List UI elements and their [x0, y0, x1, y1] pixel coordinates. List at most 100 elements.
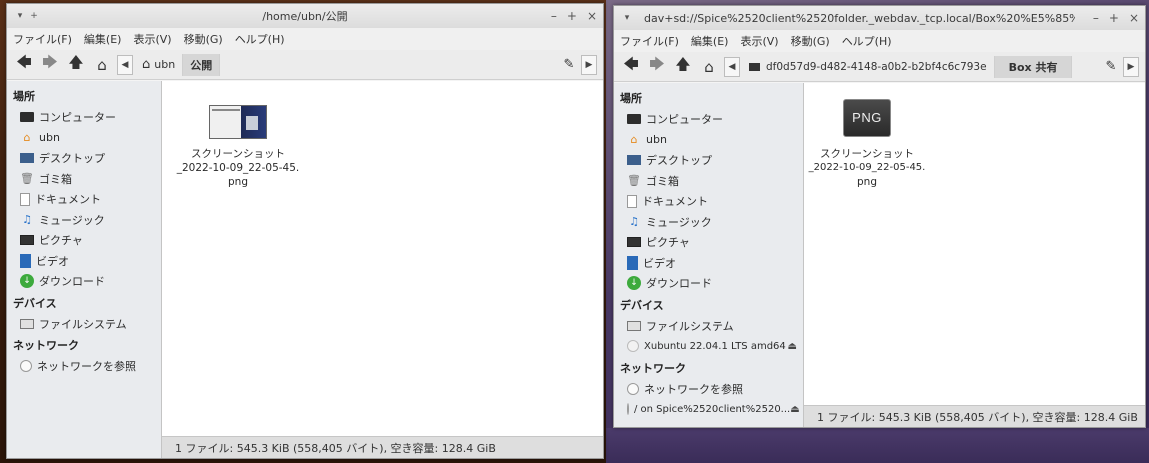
harddisk-icon [627, 320, 641, 331]
window-menu-icon[interactable]: ▾ [13, 11, 27, 21]
sidebar-item-label: コンピューター [646, 113, 723, 127]
menu-help[interactable]: ヘルプ(H) [842, 33, 892, 49]
sidebar-heading-network: ネットワーク [620, 361, 686, 375]
sidebar-item-spice-share[interactable]: / on Spice%2520client%2520... ⏏ [614, 399, 803, 420]
sidebar-item-home[interactable]: ⌂ ubn [7, 128, 161, 149]
file-name-line: png [228, 176, 248, 188]
path-crumb-current[interactable]: Box 共有 [994, 55, 1073, 78]
file-name-line: スクリーンショット [820, 148, 914, 160]
sidebar-item-videos[interactable]: ビデオ [7, 251, 161, 272]
sidebar-item-downloads[interactable]: ↓ ダウンロード [7, 271, 161, 292]
forward-arrow-icon[interactable]: 🡆 [39, 53, 61, 76]
png-file-icon: PNG [843, 99, 891, 137]
sidebar-item-xubuntu-disc[interactable]: Xubuntu 22.04.1 LTS amd64 ⏏ [614, 336, 803, 357]
sidebar-item-label: ミュージック [646, 215, 712, 229]
close-icon[interactable]: × [1129, 11, 1139, 25]
sidebar-item-downloads[interactable]: ↓ ダウンロード [614, 273, 803, 294]
menu-edit[interactable]: 編集(E) [84, 31, 122, 47]
sidebar-item-pictures[interactable]: ピクチャ [614, 232, 803, 253]
sidebar-item-browse-network[interactable]: ネットワークを参照 [614, 379, 803, 400]
back-arrow-icon[interactable]: 🡄 [13, 53, 35, 76]
monitor-icon [20, 112, 34, 123]
sidebar-item-desktop[interactable]: デスクトップ [7, 148, 161, 169]
sidebar-item-browse-network[interactable]: ネットワークを参照 [7, 356, 161, 377]
home-folder-icon: ⌂ [23, 131, 31, 145]
path-scroll-left-icon[interactable]: ◀ [724, 56, 740, 77]
back-arrow-icon[interactable]: 🡄 [620, 55, 642, 78]
menu-file[interactable]: ファイル(F) [620, 33, 679, 49]
sidebar-item-music[interactable]: ♫ ミュージック [614, 212, 803, 233]
sidebar-item-music[interactable]: ♫ ミュージック [7, 210, 161, 231]
sidebar-item-desktop[interactable]: デスクトップ [614, 150, 803, 171]
sidebar-item-label: ピクチャ [39, 234, 83, 248]
sidebar-item-label: Xubuntu 22.04.1 LTS amd64 [644, 340, 786, 352]
up-arrow-icon[interactable]: 🡅 [672, 55, 694, 78]
sidebar-item-label: ゴミ箱 [39, 172, 72, 186]
home-icon: ⌂ [142, 57, 151, 72]
pin-icon[interactable]: + [27, 11, 41, 21]
path-crumb-label: ubn [154, 58, 176, 71]
path-crumb-current[interactable]: 公開 [183, 53, 221, 76]
path-scroll-right-icon[interactable]: ▶ [581, 54, 597, 75]
home-icon[interactable]: ⌂ [91, 54, 113, 76]
eject-icon[interactable]: ⏏ [788, 341, 797, 352]
window-menu-icon[interactable]: ▾ [620, 13, 634, 23]
network-icon [20, 360, 32, 373]
menu-go[interactable]: 移動(G) [791, 33, 830, 49]
menu-view[interactable]: 表示(V) [133, 31, 171, 47]
sidebar-item-computer[interactable]: コンピューター [614, 109, 803, 130]
path-crumb-home[interactable]: ⌂ ubn [135, 53, 184, 76]
menu-go[interactable]: 移動(G) [184, 31, 223, 47]
sidebar: 場所 コンピューター ⌂ ubn デスクトップ 🗑 ゴミ箱 ドキュメント ♫ ミュージ… [614, 83, 804, 427]
sidebar-item-trash[interactable]: 🗑 ゴミ箱 [7, 169, 161, 190]
file-item[interactable]: スクリーンショット _2022-10-09_22-05-45. png [168, 105, 308, 189]
edit-location-icon[interactable]: ✎ [1099, 59, 1123, 74]
file-item[interactable]: PNG スクリーンショット _2022-10-09_22-05-45. png [808, 99, 926, 189]
close-icon[interactable]: × [587, 9, 597, 23]
home-icon[interactable]: ⌂ [698, 56, 720, 78]
sidebar-item-documents[interactable]: ドキュメント [614, 191, 803, 212]
sidebar-item-documents[interactable]: ドキュメント [7, 189, 161, 210]
path-bar: df0d57d9-d482-4148-a0b2-b2bf4c6c793e Box… [742, 55, 1099, 78]
sidebar-item-label: ダウンロード [646, 277, 712, 291]
document-icon [627, 194, 637, 208]
sidebar-item-filesystem[interactable]: ファイルシステム [614, 316, 803, 337]
sidebar-item-trash[interactable]: 🗑 ゴミ箱 [614, 171, 803, 192]
menu-edit[interactable]: 編集(E) [691, 33, 729, 49]
sidebar-item-computer[interactable]: コンピューター [7, 107, 161, 128]
sidebar-item-label: デスクトップ [39, 152, 105, 166]
minimize-icon[interactable]: – [551, 9, 557, 23]
music-icon: ♫ [22, 213, 32, 227]
sidebar-item-videos[interactable]: ビデオ [614, 253, 803, 274]
path-crumb-folder[interactable]: df0d57d9-d482-4148-a0b2-b2bf4c6c793e [742, 55, 995, 78]
music-icon: ♫ [629, 215, 639, 229]
minimize-icon[interactable]: – [1093, 11, 1099, 25]
eject-icon[interactable]: ⏏ [790, 404, 799, 415]
main-area: 場所 コンピューター ⌂ ubn デスクトップ 🗑 ゴミ箱 ドキュメント ♫ ミュージ… [614, 83, 1145, 427]
file-view[interactable]: スクリーンショット _2022-10-09_22-05-45. png [162, 81, 603, 458]
title-bar[interactable]: ▾ dav+sd://Spice%2520client%2520folder._… [614, 6, 1145, 30]
file-name-line: スクリーンショット [191, 148, 285, 160]
sidebar-item-pictures[interactable]: ピクチャ [7, 230, 161, 251]
sidebar-item-home[interactable]: ⌂ ubn [614, 130, 803, 151]
file-view[interactable]: PNG スクリーンショット _2022-10-09_22-05-45. png [804, 83, 1145, 427]
sidebar-item-label: ビデオ [36, 254, 69, 268]
menu-view[interactable]: 表示(V) [740, 33, 778, 49]
path-scroll-left-icon[interactable]: ◀ [117, 54, 133, 75]
maximize-icon[interactable]: + [567, 9, 577, 23]
sidebar-item-label: ドキュメント [35, 193, 101, 207]
title-bar[interactable]: ▾ + /home/ubn/公開 – + × [7, 4, 603, 28]
edit-location-icon[interactable]: ✎ [557, 57, 581, 72]
menu-file[interactable]: ファイル(F) [13, 31, 72, 47]
menu-help[interactable]: ヘルプ(H) [235, 31, 285, 47]
toolbar: 🡄 🡆 🡅 ⌂ ◀ ⌂ ubn 公開 ✎ ▶ [7, 50, 603, 80]
optical-disc-icon [627, 340, 639, 353]
sidebar-item-label: コンピューター [39, 111, 116, 125]
path-scroll-right-icon[interactable]: ▶ [1123, 56, 1139, 77]
video-icon [20, 253, 31, 268]
maximize-icon[interactable]: + [1109, 11, 1119, 25]
menu-bar: ファイル(F) 編集(E) 表示(V) 移動(G) ヘルプ(H) [614, 30, 1145, 52]
sidebar-item-filesystem[interactable]: ファイルシステム [7, 314, 161, 335]
forward-arrow-icon[interactable]: 🡆 [646, 55, 668, 78]
up-arrow-icon[interactable]: 🡅 [65, 53, 87, 76]
